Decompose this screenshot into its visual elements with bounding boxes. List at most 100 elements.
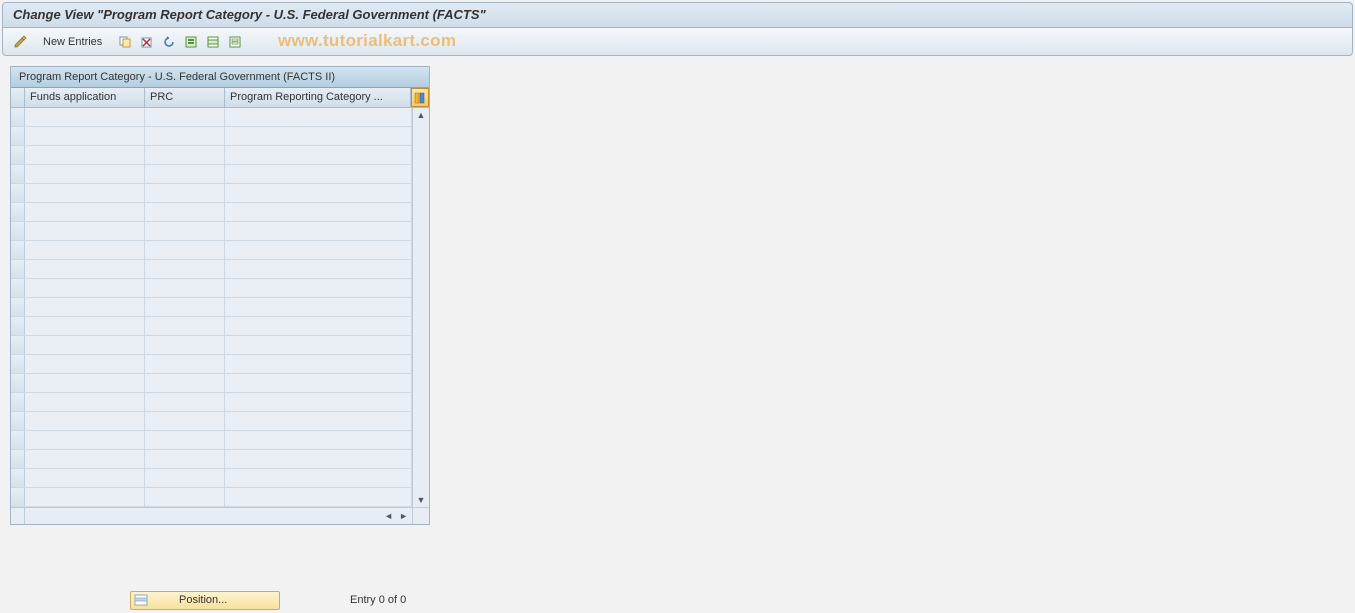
- cell-funds[interactable]: [25, 412, 145, 430]
- cell-funds[interactable]: [25, 355, 145, 373]
- select-all-icon[interactable]: [182, 33, 200, 51]
- cell-prc[interactable]: [145, 203, 225, 221]
- cell-prc[interactable]: [145, 374, 225, 392]
- cell-desc[interactable]: [225, 108, 412, 126]
- cell-prc[interactable]: [145, 146, 225, 164]
- cell-funds[interactable]: [25, 146, 145, 164]
- cell-desc[interactable]: [225, 355, 412, 373]
- cell-funds[interactable]: [25, 469, 145, 487]
- cell-funds[interactable]: [25, 374, 145, 392]
- cell-desc[interactable]: [225, 431, 412, 449]
- cell-prc[interactable]: [145, 127, 225, 145]
- row-selector[interactable]: [11, 241, 25, 259]
- row-selector[interactable]: [11, 203, 25, 221]
- cell-funds[interactable]: [25, 279, 145, 297]
- cell-prc[interactable]: [145, 488, 225, 506]
- cell-funds[interactable]: [25, 241, 145, 259]
- row-selector[interactable]: [11, 260, 25, 278]
- cell-prc[interactable]: [145, 393, 225, 411]
- cell-prc[interactable]: [145, 431, 225, 449]
- cell-desc[interactable]: [225, 374, 412, 392]
- deselect-all-icon[interactable]: [226, 33, 244, 51]
- cell-funds[interactable]: [25, 317, 145, 335]
- select-block-icon[interactable]: [204, 33, 222, 51]
- column-header-prc[interactable]: PRC: [145, 88, 225, 107]
- cell-prc[interactable]: [145, 450, 225, 468]
- row-selector[interactable]: [11, 298, 25, 316]
- cell-desc[interactable]: [225, 469, 412, 487]
- change-display-icon[interactable]: [11, 33, 29, 51]
- row-selector[interactable]: [11, 393, 25, 411]
- row-selector[interactable]: [11, 355, 25, 373]
- cell-funds[interactable]: [25, 393, 145, 411]
- scroll-down-icon[interactable]: ▼: [415, 493, 428, 507]
- cell-prc[interactable]: [145, 260, 225, 278]
- position-button[interactable]: Position...: [130, 591, 280, 610]
- cell-desc[interactable]: [225, 279, 412, 297]
- cell-desc[interactable]: [225, 260, 412, 278]
- scroll-right-icon[interactable]: ►: [397, 511, 410, 521]
- cell-funds[interactable]: [25, 127, 145, 145]
- undo-icon[interactable]: [160, 33, 178, 51]
- column-header-desc[interactable]: Program Reporting Category ...: [225, 88, 411, 107]
- horizontal-scrollbar[interactable]: ◄ ►: [11, 507, 429, 524]
- cell-prc[interactable]: [145, 336, 225, 354]
- cell-desc[interactable]: [225, 450, 412, 468]
- row-selector[interactable]: [11, 184, 25, 202]
- copy-icon[interactable]: [116, 33, 134, 51]
- row-selector[interactable]: [11, 222, 25, 240]
- cell-desc[interactable]: [225, 184, 412, 202]
- scroll-left-icon[interactable]: ◄: [382, 511, 395, 521]
- scroll-up-icon[interactable]: ▲: [415, 108, 428, 122]
- cell-prc[interactable]: [145, 279, 225, 297]
- cell-funds[interactable]: [25, 222, 145, 240]
- table-config-icon[interactable]: [411, 88, 429, 107]
- cell-funds[interactable]: [25, 108, 145, 126]
- cell-funds[interactable]: [25, 298, 145, 316]
- row-selector[interactable]: [11, 469, 25, 487]
- cell-prc[interactable]: [145, 469, 225, 487]
- cell-desc[interactable]: [225, 393, 412, 411]
- cell-desc[interactable]: [225, 241, 412, 259]
- row-selector[interactable]: [11, 336, 25, 354]
- row-selector[interactable]: [11, 127, 25, 145]
- cell-desc[interactable]: [225, 488, 412, 506]
- row-selector-header[interactable]: [11, 88, 25, 107]
- cell-prc[interactable]: [145, 165, 225, 183]
- cell-desc[interactable]: [225, 165, 412, 183]
- cell-funds[interactable]: [25, 184, 145, 202]
- cell-desc[interactable]: [225, 222, 412, 240]
- delete-icon[interactable]: [138, 33, 156, 51]
- cell-desc[interactable]: [225, 203, 412, 221]
- cell-prc[interactable]: [145, 108, 225, 126]
- row-selector[interactable]: [11, 108, 25, 126]
- row-selector[interactable]: [11, 165, 25, 183]
- row-selector[interactable]: [11, 374, 25, 392]
- cell-funds[interactable]: [25, 165, 145, 183]
- cell-prc[interactable]: [145, 317, 225, 335]
- cell-desc[interactable]: [225, 336, 412, 354]
- row-selector[interactable]: [11, 279, 25, 297]
- row-selector[interactable]: [11, 431, 25, 449]
- vertical-scrollbar[interactable]: ▲ ▼: [412, 108, 429, 507]
- row-selector[interactable]: [11, 146, 25, 164]
- cell-funds[interactable]: [25, 336, 145, 354]
- cell-desc[interactable]: [225, 412, 412, 430]
- row-selector[interactable]: [11, 317, 25, 335]
- cell-funds[interactable]: [25, 450, 145, 468]
- cell-funds[interactable]: [25, 488, 145, 506]
- new-entries-button[interactable]: New Entries: [37, 34, 108, 50]
- row-selector[interactable]: [11, 412, 25, 430]
- row-selector[interactable]: [11, 488, 25, 506]
- cell-desc[interactable]: [225, 127, 412, 145]
- cell-prc[interactable]: [145, 241, 225, 259]
- cell-prc[interactable]: [145, 412, 225, 430]
- cell-prc[interactable]: [145, 355, 225, 373]
- cell-desc[interactable]: [225, 317, 412, 335]
- cell-funds[interactable]: [25, 431, 145, 449]
- cell-desc[interactable]: [225, 298, 412, 316]
- column-header-funds[interactable]: Funds application: [25, 88, 145, 107]
- cell-funds[interactable]: [25, 203, 145, 221]
- cell-funds[interactable]: [25, 260, 145, 278]
- cell-prc[interactable]: [145, 222, 225, 240]
